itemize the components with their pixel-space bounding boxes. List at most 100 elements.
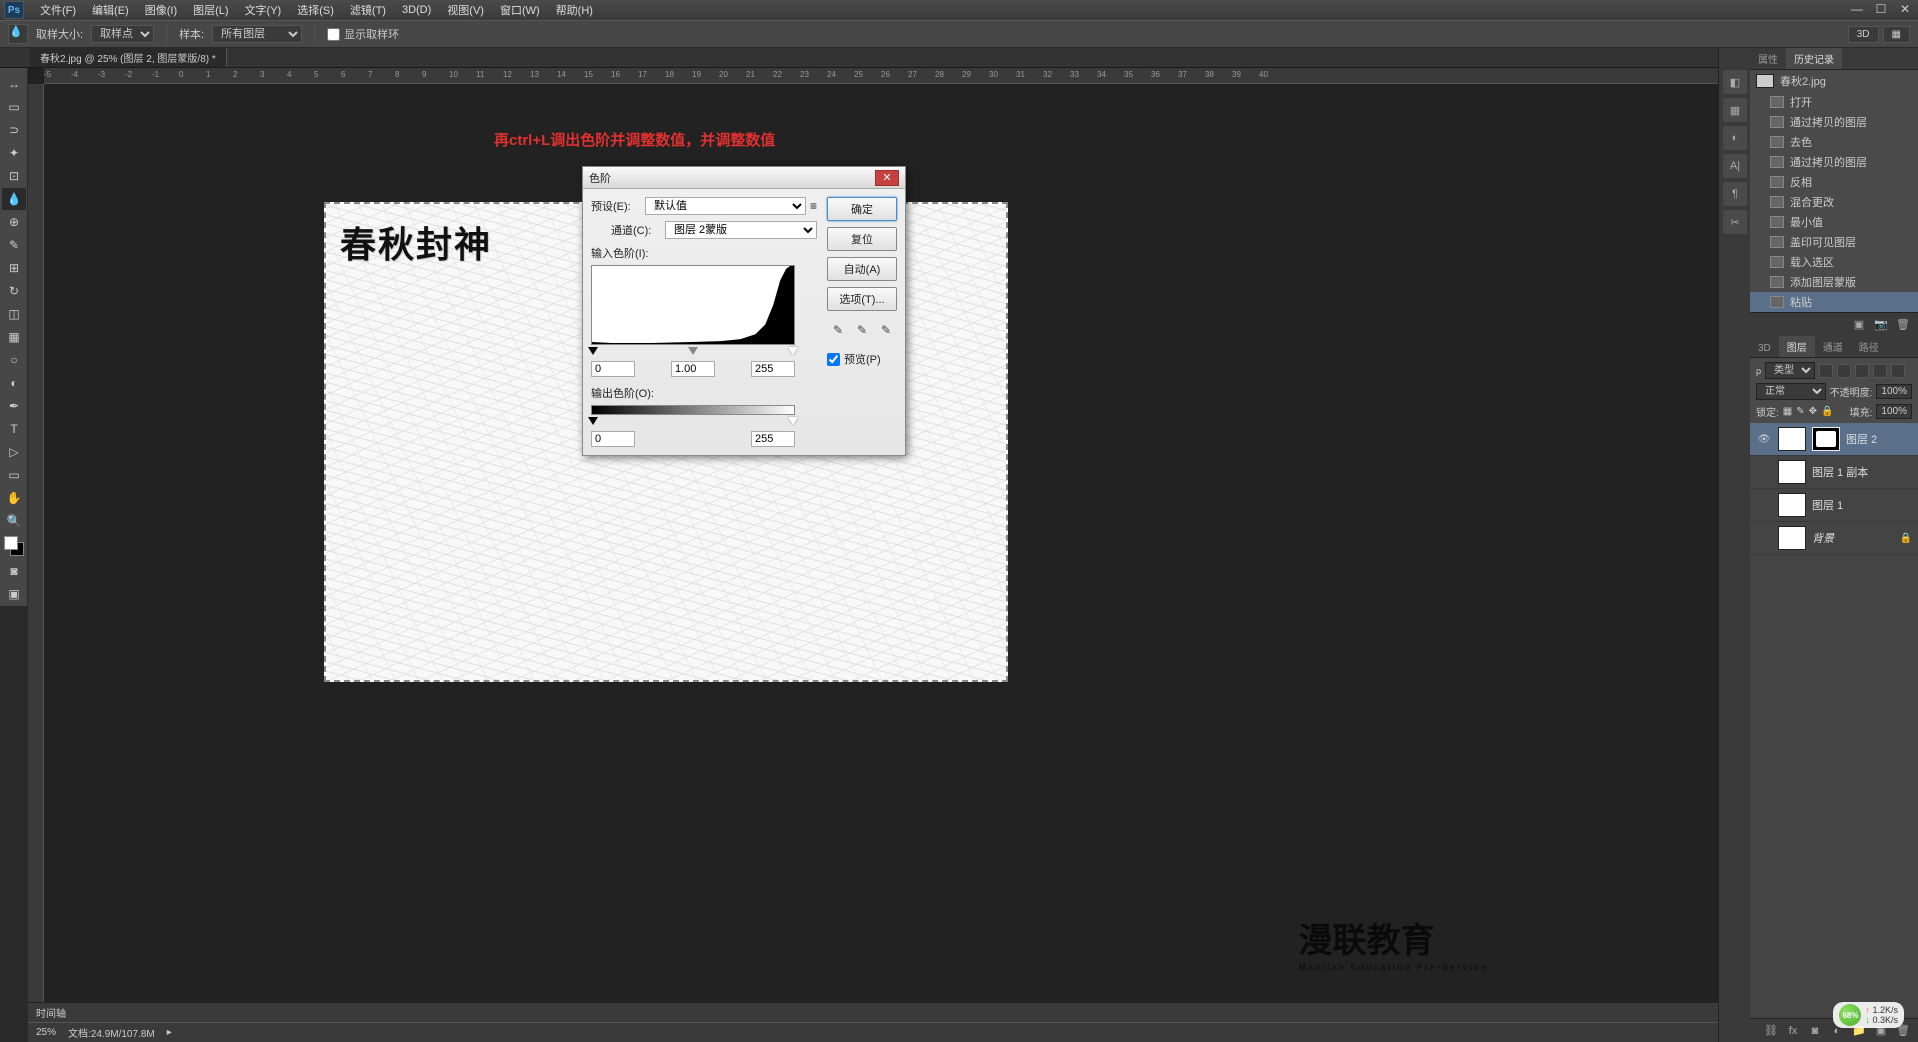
sample-select[interactable]: 所有图层 [212, 25, 302, 43]
swatches-panel-icon[interactable]: ▦ [1723, 98, 1747, 122]
tool-presets-icon[interactable]: ✂ [1723, 210, 1747, 234]
new-document-from-state-icon[interactable]: ▣ [1852, 318, 1866, 332]
opacity-value[interactable]: 100% [1876, 384, 1912, 399]
document-tab[interactable]: 春秋2.jpg @ 25% (图层 2, 图层蒙版/8) * [30, 48, 227, 67]
color-swatches[interactable] [4, 536, 24, 556]
brush-tool-icon[interactable]: ✎ [2, 234, 26, 256]
history-item[interactable]: 混合更改 [1750, 192, 1918, 212]
history-item[interactable]: 添加图层蒙版 [1750, 272, 1918, 292]
properties-tab[interactable]: 属性 [1750, 48, 1786, 69]
close-icon[interactable]: ✕ [1896, 2, 1914, 16]
ok-button[interactable]: 确定 [827, 197, 897, 221]
screen-mode-icon[interactable]: ▣ [2, 583, 26, 605]
output-white-field[interactable] [751, 431, 795, 447]
timeline-panel-tab[interactable]: 时间轴 [28, 1002, 1718, 1022]
lasso-tool-icon[interactable]: ⊃ [2, 119, 26, 141]
pen-tool-icon[interactable]: ✒ [2, 395, 26, 417]
delete-state-icon[interactable]: 🗑 [1896, 318, 1910, 332]
layer-mask-icon[interactable]: ◙ [1808, 1024, 1822, 1038]
preset-menu-icon[interactable]: ≡ [810, 199, 817, 213]
menu-3d[interactable]: 3D(D) [394, 2, 439, 18]
network-widget[interactable]: 68% ↑ 1.2K/s ↓ 0.3K/s [1833, 1002, 1904, 1028]
input-gamma-field[interactable] [671, 361, 715, 377]
layer-row[interactable]: 背景🔒 [1750, 522, 1918, 555]
filter-adjust-icon[interactable] [1837, 364, 1851, 378]
layer-thumbnail[interactable] [1778, 427, 1806, 451]
blend-mode-select[interactable]: 正常 [1756, 383, 1826, 400]
new-snapshot-icon[interactable]: 📷 [1874, 318, 1888, 332]
gray-eyedropper-icon[interactable]: ✎ [857, 323, 873, 339]
layer-row[interactable]: 图层 1 副本 [1750, 456, 1918, 489]
filter-shape-icon[interactable] [1873, 364, 1887, 378]
history-snapshot[interactable]: 春秋2.jpg [1750, 70, 1918, 92]
fill-value[interactable]: 100% [1876, 404, 1912, 419]
mode-panel-icon[interactable]: ▦ [1883, 26, 1910, 43]
maximize-icon[interactable]: ☐ [1872, 2, 1890, 16]
preview-checkbox[interactable] [827, 353, 840, 366]
type-tool-icon[interactable]: T [2, 418, 26, 440]
history-brush-tool-icon[interactable]: ↻ [2, 280, 26, 302]
character-panel-icon[interactable]: A| [1723, 154, 1747, 178]
minimize-icon[interactable]: — [1848, 2, 1866, 16]
lock-pixels-icon[interactable]: ✎ [1796, 406, 1804, 417]
healing-tool-icon[interactable]: ⊕ [2, 211, 26, 233]
layer-row[interactable]: 👁图层 2 [1750, 423, 1918, 456]
auto-button[interactable]: 自动(A) [827, 257, 897, 281]
lock-all-icon[interactable]: 🔒 [1821, 406, 1833, 417]
menu-file[interactable]: 文件(F) [32, 0, 84, 20]
eyedropper-tool-icon[interactable]: 💧 [2, 188, 26, 210]
sample-size-select[interactable]: 取样点 [91, 25, 154, 43]
output-black-field[interactable] [591, 431, 635, 447]
output-slider[interactable] [591, 417, 795, 427]
crop-tool-icon[interactable]: ⊡ [2, 165, 26, 187]
tab-layers[interactable]: 图层 [1779, 336, 1815, 357]
layer-mask-thumbnail[interactable] [1812, 427, 1840, 451]
dialog-close-button[interactable]: ✕ [875, 170, 899, 186]
zoom-level[interactable]: 25% [36, 1027, 56, 1038]
zoom-tool-icon[interactable]: 🔍 [2, 510, 26, 532]
menu-window[interactable]: 窗口(W) [492, 0, 548, 20]
eyedropper-tool-icon[interactable]: 💧 [8, 24, 28, 44]
history-item[interactable]: 反相 [1750, 172, 1918, 192]
dialog-titlebar[interactable]: 色阶 ✕ [583, 167, 905, 189]
quick-mask-icon[interactable]: ◙ [2, 560, 26, 582]
mode-3d-button[interactable]: 3D [1848, 26, 1879, 43]
visibility-toggle-icon[interactable]: 👁 [1756, 434, 1772, 445]
menu-select[interactable]: 选择(S) [289, 0, 342, 20]
options-button[interactable]: 选项(T)... [827, 287, 897, 311]
gradient-tool-icon[interactable]: ▦ [2, 326, 26, 348]
eraser-tool-icon[interactable]: ◫ [2, 303, 26, 325]
lock-position-icon[interactable]: ✥ [1809, 406, 1817, 417]
menu-image[interactable]: 图像(I) [137, 0, 185, 20]
layer-row[interactable]: 图层 1 [1750, 489, 1918, 522]
dodge-tool-icon[interactable]: ◐ [2, 372, 26, 394]
tab-paths[interactable]: 路径 [1851, 336, 1887, 357]
marquee-tool-icon[interactable]: ▭ [2, 96, 26, 118]
document-info[interactable]: 文档:24.9M/107.8M [68, 1025, 155, 1040]
history-item[interactable]: 通过拷贝的图层 [1750, 112, 1918, 132]
history-item[interactable]: 载入选区 [1750, 252, 1918, 272]
filter-smart-icon[interactable] [1891, 364, 1905, 378]
menu-filter[interactable]: 滤镜(T) [342, 0, 394, 20]
menu-edit[interactable]: 编辑(E) [84, 0, 137, 20]
preview-checkbox-group[interactable]: 预览(P) [827, 351, 897, 367]
input-white-field[interactable] [751, 361, 795, 377]
color-panel-icon[interactable]: ◧ [1723, 70, 1747, 94]
layer-style-icon[interactable]: fx [1786, 1024, 1800, 1038]
path-select-tool-icon[interactable]: ▷ [2, 441, 26, 463]
lock-transparent-icon[interactable]: ▦ [1783, 406, 1792, 417]
history-item[interactable]: 最小值 [1750, 212, 1918, 232]
menu-help[interactable]: 帮助(H) [548, 0, 601, 20]
layer-thumbnail[interactable] [1778, 460, 1806, 484]
adjustments-panel-icon[interactable]: ◐ [1723, 126, 1747, 150]
tab-channels[interactable]: 通道 [1815, 336, 1851, 357]
show-sample-ring-checkbox[interactable] [327, 28, 340, 41]
channel-select[interactable]: 图层 2蒙版 [665, 221, 817, 239]
hand-tool-icon[interactable]: ✋ [2, 487, 26, 509]
history-item[interactable]: 打开 [1750, 92, 1918, 112]
move-tool-icon[interactable]: ↔ [2, 73, 26, 95]
layer-thumbnail[interactable] [1778, 526, 1806, 550]
black-point-slider[interactable] [588, 347, 598, 355]
menu-view[interactable]: 视图(V) [439, 0, 492, 20]
tab-3d[interactable]: 3D [1750, 340, 1779, 357]
